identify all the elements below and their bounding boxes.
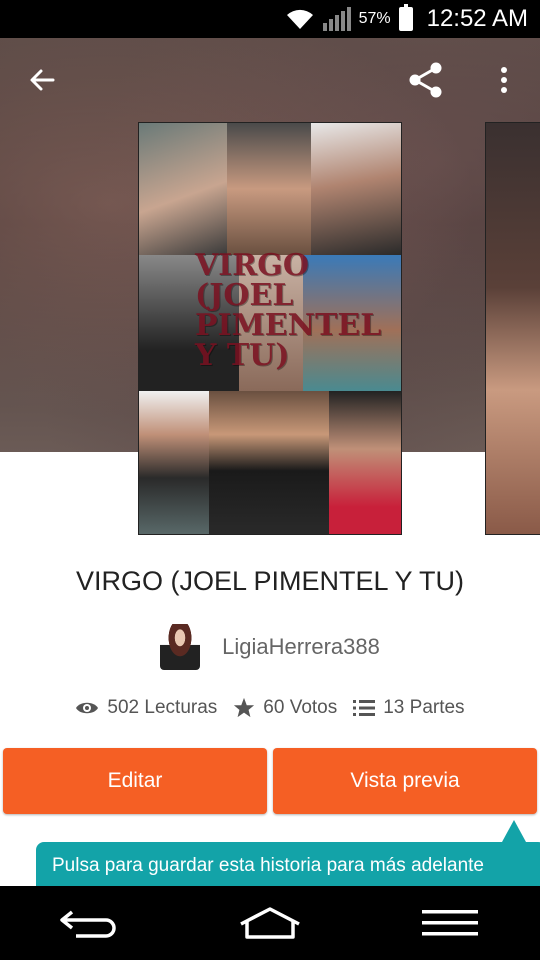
cover-title-text: VIRGO (JOEL PIMENTEL Y TU) <box>195 248 382 373</box>
parts-stat: 13 Partes <box>353 697 465 719</box>
home-icon <box>240 907 300 939</box>
signal-icon <box>322 7 351 31</box>
status-bar: 57% 12:52 AM <box>0 0 540 38</box>
votes-stat: 60 Votos <box>233 697 337 719</box>
back-button[interactable] <box>18 56 66 104</box>
battery-icon <box>398 4 413 31</box>
cover-photo <box>139 391 209 534</box>
nav-home-button[interactable] <box>225 893 315 953</box>
more-vertical-icon <box>501 67 507 93</box>
story-stats: 502 Lecturas 60 Votos 13 Partes <box>0 697 540 719</box>
wifi-icon <box>286 9 313 29</box>
more-options-button[interactable] <box>480 56 528 104</box>
author-name: LigiaHerrera388 <box>222 634 380 659</box>
save-hint-tooltip[interactable]: Pulsa para guardar esta historia para má… <box>36 842 540 890</box>
reads-stat: 502 Lecturas <box>75 697 217 719</box>
story-cover[interactable]: VIRGO (JOEL PIMENTEL Y TU) <box>138 122 402 535</box>
cover-photo <box>139 123 227 255</box>
edit-button[interactable]: Editar <box>3 748 267 814</box>
menu-icon <box>422 910 478 936</box>
cover-photo <box>209 391 329 534</box>
arrow-left-icon <box>30 69 55 91</box>
avatar <box>160 624 201 670</box>
share-button[interactable] <box>402 56 450 104</box>
list-icon <box>353 700 376 716</box>
battery-percent: 57% <box>358 10 391 27</box>
eye-icon <box>76 702 99 714</box>
back-arrow-icon <box>60 910 116 938</box>
story-title: VIRGO (JOEL PIMENTEL Y TU) <box>75 566 465 596</box>
share-icon <box>409 62 442 98</box>
author-link[interactable]: LigiaHerrera388 <box>0 622 540 672</box>
next-story-cover[interactable] <box>485 122 540 535</box>
cover-photo <box>329 391 401 534</box>
star-icon <box>234 697 255 718</box>
tooltip-arrow <box>502 820 526 842</box>
nav-back-button[interactable] <box>45 893 135 953</box>
preview-button[interactable]: Vista previa <box>273 748 537 814</box>
cover-photo <box>311 123 401 255</box>
nav-menu-button[interactable] <box>405 893 495 953</box>
reads-count: 502 Lecturas <box>107 697 218 718</box>
parts-count: 13 Partes <box>383 697 465 718</box>
cover-photo <box>227 123 311 255</box>
clock: 12:52 AM <box>426 5 528 32</box>
tooltip-text: Pulsa para guardar esta historia para má… <box>52 855 484 876</box>
votes-count: 60 Votos <box>263 697 338 718</box>
system-nav-bar <box>0 886 540 960</box>
